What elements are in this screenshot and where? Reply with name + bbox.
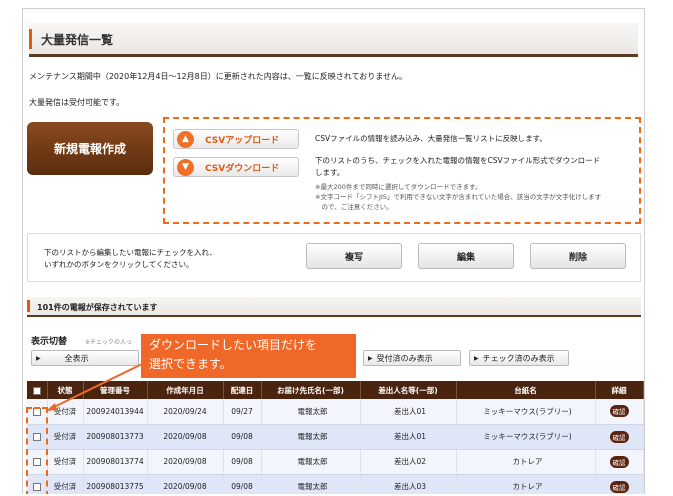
callout-arrow-head xyxy=(46,403,57,411)
annotation-callout: ダウンロードしたい項目だけを 選択できます。 xyxy=(141,334,356,378)
callout-line-2: 選択できます。 xyxy=(149,357,232,371)
callout-arrow-line xyxy=(51,363,143,409)
callout-arrow xyxy=(46,363,143,411)
callout-line-1: ダウンロードしたい項目だけを xyxy=(149,338,318,352)
